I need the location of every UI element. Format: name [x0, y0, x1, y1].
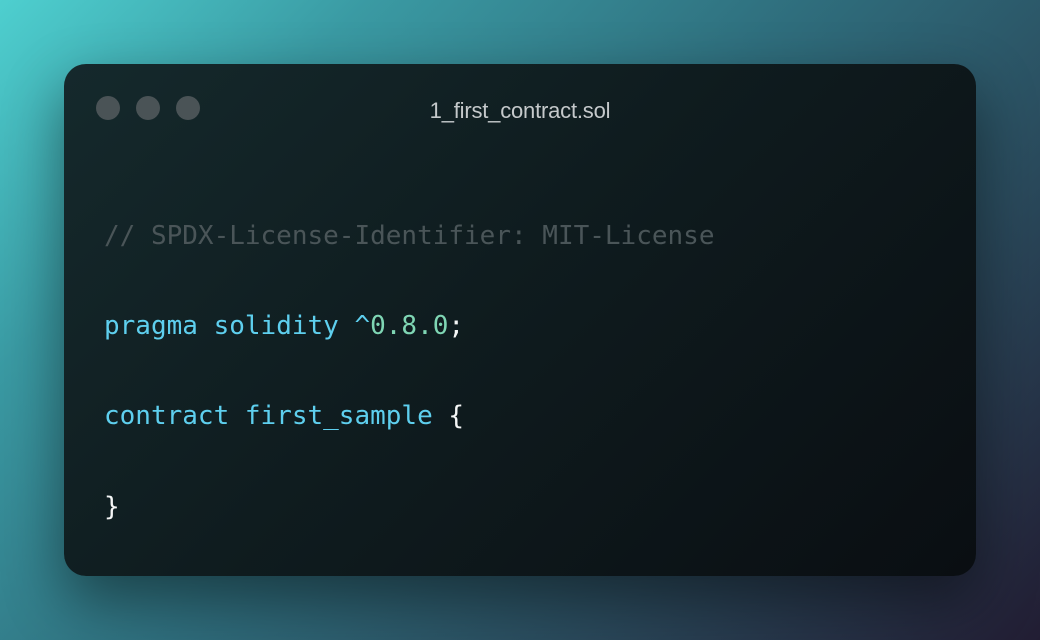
- code-window: 1_first_contract.sol // SPDX-License-Ide…: [64, 64, 976, 576]
- contract-name: first_sample: [244, 401, 433, 431]
- contract-keyword: contract: [104, 401, 230, 431]
- version-number: 0.8.0: [370, 311, 449, 341]
- window-titlebar: 1_first_contract.sol: [64, 64, 976, 154]
- window-title: 1_first_contract.sol: [429, 98, 611, 123]
- open-brace: {: [448, 401, 465, 431]
- code-line-2: pragma solidity ^0.8.0;: [104, 306, 464, 346]
- code-line-4: }: [104, 487, 120, 527]
- pragma-keyword: pragma: [104, 311, 198, 341]
- license-comment: // SPDX-License-Identifier: MIT-License: [104, 221, 715, 251]
- code-block: // SPDX-License-Identifier: MIT-License …: [104, 214, 714, 522]
- caret-operator: ^: [354, 311, 371, 341]
- code-line-1: // SPDX-License-Identifier: MIT-License: [104, 216, 714, 256]
- solidity-keyword: solidity: [213, 311, 339, 341]
- semicolon: ;: [448, 311, 465, 341]
- code-line-3: contract first_sample {: [104, 396, 464, 436]
- close-brace: }: [104, 492, 120, 522]
